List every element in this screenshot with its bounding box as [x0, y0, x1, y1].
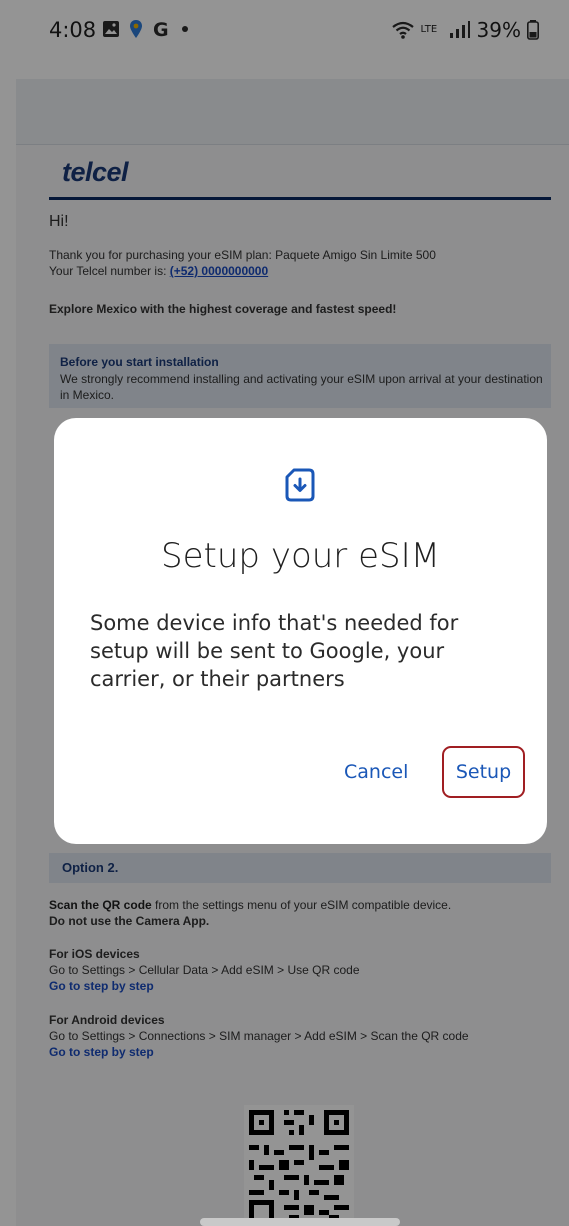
home-indicator[interactable] — [200, 1218, 400, 1226]
setup-button[interactable]: Setup — [442, 746, 525, 798]
setup-button-label: Setup — [455, 761, 512, 783]
dialog-body: Some device info that's needed for setup… — [90, 611, 459, 691]
cancel-button[interactable]: Cancel — [344, 761, 408, 783]
dialog-title: Setup your eSIM — [161, 536, 440, 576]
esim-setup-dialog: Setup your eSIM Some device info that's … — [54, 418, 547, 844]
sim-download-icon — [285, 468, 315, 502]
